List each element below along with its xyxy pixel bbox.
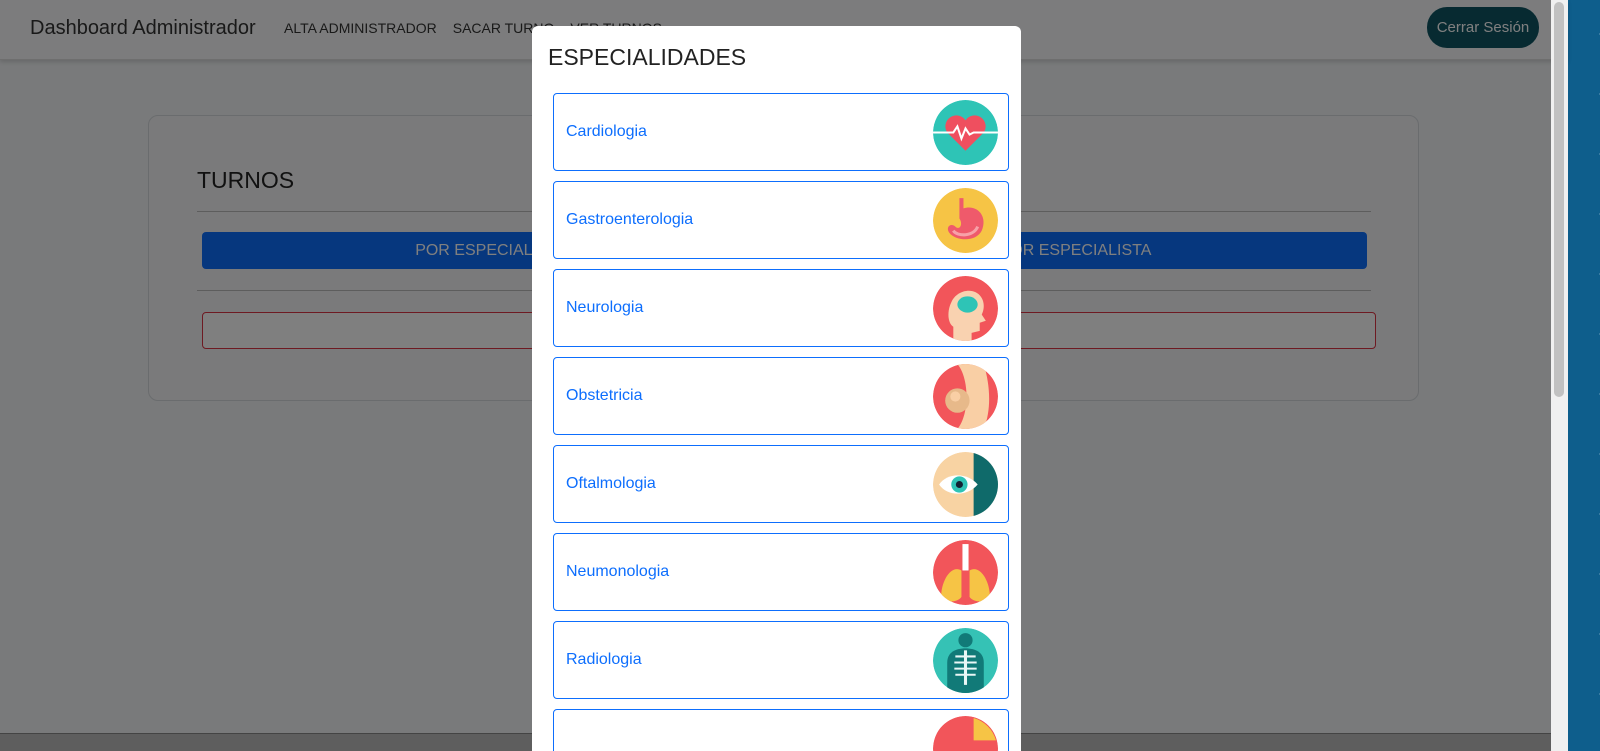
specialty-item-obstetricia[interactable]: Obstetricia [553,357,1009,435]
specialty-item-neumonologia[interactable]: Neumonologia [553,533,1009,611]
xray-icon [933,628,998,693]
lungs-icon [933,540,998,605]
specialty-item-oftalmologia[interactable]: Oftalmologia [553,445,1009,523]
pregnancy-icon [933,364,998,429]
especialidades-modal: ESPECIALIDADES Cardiologia Gastroenterol… [532,26,1021,751]
specialty-item-radiologia[interactable]: Radiologia [553,621,1009,699]
specialty-label: Neurologia [566,299,644,316]
specialty-label: Gastroenterologia [566,211,694,228]
stomach-icon [933,188,998,253]
specialty-icon [933,716,998,751]
specialty-item-gastroenterologia[interactable]: Gastroenterologia [553,181,1009,259]
specialty-label: Neumonologia [566,563,670,580]
specialty-item-neurologia[interactable]: Neurologia [553,269,1009,347]
eye-icon [933,452,998,517]
modal-title: ESPECIALIDADES [548,44,747,70]
heart-icon [933,100,998,165]
specialty-label: Radiologia [566,651,642,668]
specialty-item-cardiologia[interactable]: Cardiologia [553,93,1009,171]
specialty-label: Cardiologia [566,123,647,140]
specialty-label: Oftalmologia [566,475,656,492]
specialty-label: Obstetricia [566,387,643,404]
specialty-item-partial[interactable] [553,709,1009,751]
page-scrollbar[interactable] [1551,0,1568,751]
brain-icon [933,276,998,341]
scrollbar-thumb[interactable] [1554,2,1564,397]
